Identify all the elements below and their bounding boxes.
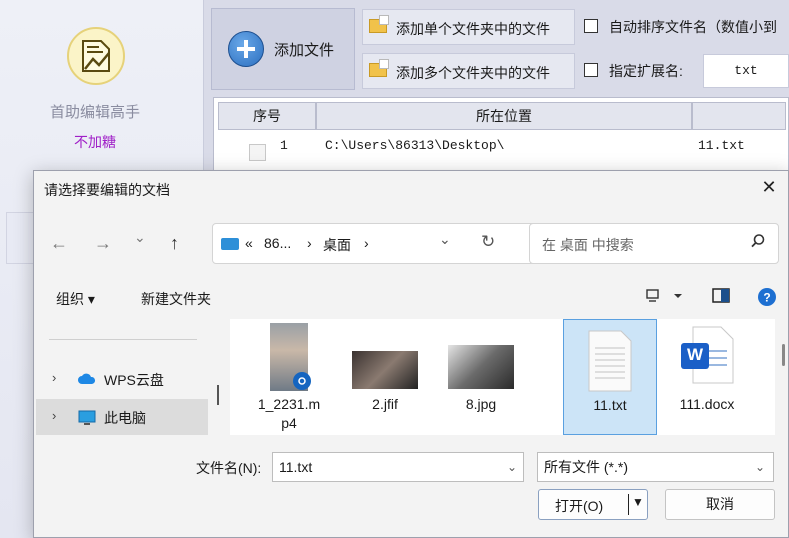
address-bar[interactable]: « 86... › 桌面 › ⌄ ↻ xyxy=(212,223,547,264)
file-item-jfif[interactable]: 2.jfif xyxy=(338,319,432,435)
file-item-txt[interactable]: 11.txt xyxy=(563,319,657,435)
app-subtitle-link[interactable]: 不加糖 xyxy=(0,132,190,152)
col-header-name[interactable] xyxy=(692,102,786,130)
col-header-index[interactable]: 序号 xyxy=(218,102,316,130)
row-location: C:\Users\86313\Desktop\ xyxy=(325,138,505,153)
breadcrumb-overflow[interactable]: « xyxy=(245,235,253,251)
expand-chevron-icon[interactable]: › xyxy=(52,370,56,385)
chevron-down-icon[interactable]: ⌄ xyxy=(507,453,517,481)
navigation-pane: › WPS云盘 › 此电脑 xyxy=(35,319,208,435)
auto-sort-checkbox[interactable] xyxy=(584,19,598,33)
image-thumbnail xyxy=(448,345,514,389)
file-item-mp4[interactable]: 1_2231.m p4 xyxy=(242,319,336,435)
file-table: 序号 所在位置 1 C:\Users\86313\Desktop\ 11.txt xyxy=(213,97,789,175)
search-box[interactable]: 在 桌面 中搜索 xyxy=(529,223,779,264)
vertical-scrollbar[interactable] xyxy=(782,344,785,366)
back-arrow-icon[interactable]: ← xyxy=(50,233,68,254)
tree-item-wps-cloud[interactable]: › WPS云盘 xyxy=(36,361,208,397)
file-name: 111.docx xyxy=(679,396,735,412)
add-single-folder-label: 添加单个文件夹中的文件 xyxy=(396,21,550,37)
monitor-icon xyxy=(78,410,96,429)
address-dropdown-icon[interactable]: ⌄ xyxy=(439,231,451,248)
breadcrumb-user[interactable]: 86... xyxy=(264,235,291,251)
filetype-select[interactable]: 所有文件 (*.*) ⌄ xyxy=(537,452,774,482)
open-file-dialog: 请选择要编辑的文档 ✕ ← → ⌄ ↑ « 86... › 桌面 › ⌄ ↻ 在… xyxy=(33,170,789,538)
computer-icon xyxy=(221,238,239,250)
cancel-button[interactable]: 取消 xyxy=(665,489,775,520)
file-list: 1_2231.m p4 2.jfif 8.jpg 11.txt W 111.doc… xyxy=(230,319,775,435)
open-dropdown-icon[interactable]: ▼ xyxy=(632,495,644,509)
svg-text:?: ? xyxy=(763,291,770,305)
filename-input[interactable]: 11.txt ⌄ xyxy=(272,452,524,482)
breadcrumb-separator-icon[interactable]: › xyxy=(364,235,369,251)
file-name: 2.jfif xyxy=(372,396,398,412)
close-icon[interactable]: ✕ xyxy=(758,176,780,198)
breadcrumb-separator-icon[interactable]: › xyxy=(307,235,312,251)
open-label: 打开(O) xyxy=(555,498,604,514)
open-button[interactable]: 打开(O) ▼ xyxy=(538,489,648,520)
filename-value: 11.txt xyxy=(279,459,313,475)
chevron-down-icon[interactable]: ⌄ xyxy=(755,453,765,481)
view-options-icon[interactable] xyxy=(646,288,682,307)
divider xyxy=(628,494,629,515)
organize-menu[interactable]: 组织 ▾ xyxy=(56,289,95,309)
row-filename: 11.txt xyxy=(698,138,745,153)
help-icon[interactable]: ? xyxy=(757,287,777,310)
up-arrow-icon[interactable]: ↑ xyxy=(170,233,179,254)
file-name: 11.txt xyxy=(593,397,627,413)
word-badge: W xyxy=(687,345,704,364)
expand-chevron-icon[interactable]: › xyxy=(52,408,56,423)
cloud-icon xyxy=(78,372,96,388)
add-single-folder-button[interactable]: 添加单个文件夹中的文件 xyxy=(362,9,575,45)
add-file-button[interactable]: 添加文件 xyxy=(211,8,355,90)
tree-label: WPS云盘 xyxy=(104,372,164,388)
file-item-docx[interactable]: W 111.docx xyxy=(660,319,754,435)
divider xyxy=(49,339,197,340)
image-thumbnail xyxy=(352,351,418,389)
filename-label: 文件名(N): xyxy=(196,460,262,476)
add-multi-folder-label: 添加多个文件夹中的文件 xyxy=(396,65,550,81)
ext-checkbox[interactable] xyxy=(584,63,598,77)
tree-item-this-pc[interactable]: › 此电脑 xyxy=(36,399,208,435)
new-folder-button[interactable]: 新建文件夹 xyxy=(141,289,211,309)
file-name: 8.jpg xyxy=(465,396,497,412)
video-thumbnail xyxy=(270,323,311,391)
ext-label: 指定扩展名: xyxy=(609,63,683,79)
pane-splitter[interactable] xyxy=(217,385,219,405)
file-item-jpg[interactable]: 8.jpg xyxy=(434,319,528,435)
row-checkbox[interactable] xyxy=(249,144,266,161)
add-multi-folder-button[interactable]: 添加多个文件夹中的文件 xyxy=(362,53,575,89)
add-file-label: 添加文件 xyxy=(274,42,335,59)
text-file-icon xyxy=(587,330,633,392)
word-document-icon: W xyxy=(677,325,737,387)
file-name: 1_2231.m p4 xyxy=(257,396,321,431)
folder-icon xyxy=(369,15,389,33)
ext-input[interactable]: txt xyxy=(703,54,789,88)
tree-label: 此电脑 xyxy=(104,410,146,426)
auto-sort-label: 自动排序文件名（数值小到 xyxy=(609,19,777,35)
dialog-title: 请选择要编辑的文档 xyxy=(44,182,170,198)
refresh-icon[interactable]: ↻ xyxy=(481,232,495,252)
col-header-location[interactable]: 所在位置 xyxy=(316,102,692,130)
app-name: 首助编辑高手 xyxy=(49,104,140,121)
breadcrumb-desktop[interactable]: 桌面 xyxy=(323,235,351,255)
filetype-value: 所有文件 (*.*) xyxy=(544,459,628,475)
search-placeholder: 在 桌面 中搜索 xyxy=(542,237,634,253)
preview-pane-icon[interactable] xyxy=(712,288,730,307)
search-icon[interactable] xyxy=(750,233,766,254)
plus-icon xyxy=(228,31,264,67)
app-logo-icon xyxy=(67,27,125,85)
folder-icon xyxy=(369,59,389,77)
recent-locations-icon[interactable]: ⌄ xyxy=(134,229,146,246)
row-index: 1 xyxy=(280,138,288,153)
forward-arrow-icon[interactable]: → xyxy=(94,233,112,254)
